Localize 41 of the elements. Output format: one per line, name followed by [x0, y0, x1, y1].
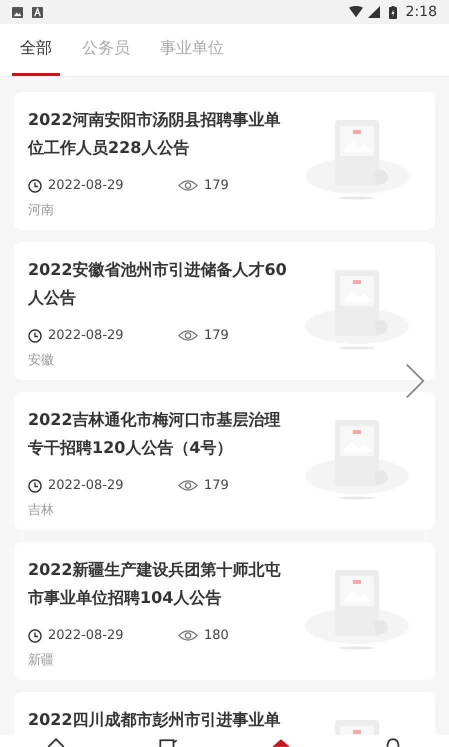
- screen-icon[interactable]: [157, 738, 180, 747]
- view-count: 180: [204, 628, 229, 643]
- article-card[interactable]: 2022吉林通化市梅河口市基层治理专干招聘120人公告（4号） 2022-08-29 179 吉林: [14, 392, 435, 530]
- signal-icon: [366, 6, 381, 18]
- publish-date: 2022-08-29: [48, 328, 125, 343]
- view-count: 179: [204, 478, 229, 493]
- chevron-right-icon[interactable]: [404, 362, 426, 400]
- letter-badge-icon: [32, 6, 43, 18]
- publish-date: 2022-08-29: [48, 478, 125, 493]
- article-title: 2022新疆生产建设兵团第十师北屯市事业单位招聘104人公告: [28, 559, 282, 609]
- eye-icon: [178, 479, 198, 492]
- region-label: 安徽: [28, 352, 55, 369]
- region-label: 吉林: [28, 502, 55, 519]
- eye-icon: [178, 179, 198, 192]
- article-card[interactable]: 2022新疆生产建设兵团第十师北屯市事业单位招聘104人公告 2022-08-29 180 新疆: [14, 542, 435, 680]
- article-title: 2022吉林通化市梅河口市基层治理专干招聘120人公告（4号）: [28, 409, 282, 459]
- article-title: 2022四川成都市彭州市引进事业单: [28, 709, 282, 731]
- clock-icon: [28, 178, 42, 192]
- wifi-icon: [348, 6, 363, 18]
- article-card[interactable]: 2022安徽省池州市引进储备人才60人公告 2022-08-29 179 安徽: [14, 242, 435, 380]
- category-tab[interactable]: 全部: [12, 24, 60, 76]
- article-card[interactable]: 2022四川成都市彭州市引进事业单: [14, 692, 435, 735]
- publish-date: 2022-08-29: [48, 178, 125, 193]
- view-count: 179: [204, 328, 229, 343]
- publish-date: 2022-08-29: [48, 628, 125, 643]
- clock-time: 2:18: [406, 4, 437, 20]
- view-count: 179: [204, 178, 229, 193]
- battery-icon: [388, 6, 397, 18]
- image-icon: [12, 6, 23, 18]
- clock-icon: [28, 478, 42, 492]
- region-label: 河南: [28, 202, 55, 219]
- house-icon[interactable]: [270, 738, 292, 747]
- clock-icon: [28, 328, 42, 342]
- article-title: 2022河南安阳市汤阴县招聘事业单位工作人员228人公告: [28, 109, 282, 159]
- region-label: 新疆: [28, 652, 55, 669]
- home-icon[interactable]: [45, 738, 68, 747]
- article-title: 2022安徽省池州市引进储备人才60人公告: [28, 259, 288, 309]
- eye-icon: [178, 329, 198, 342]
- eye-icon: [178, 629, 198, 642]
- clock-icon: [28, 628, 42, 642]
- article-card[interactable]: 2022河南安阳市汤阴县招聘事业单位工作人员228人公告 2022-08-29 179 河南: [14, 92, 435, 230]
